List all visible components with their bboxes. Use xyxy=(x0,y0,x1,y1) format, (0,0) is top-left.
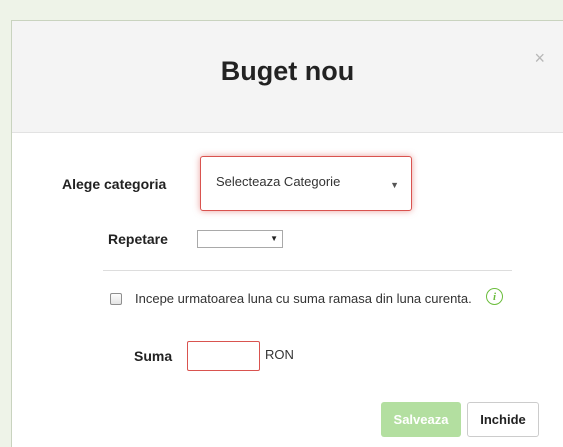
dialog-header: Buget nou × xyxy=(12,21,563,133)
repeat-label: Repetare xyxy=(108,231,168,247)
chevron-down-icon: ▼ xyxy=(270,234,278,243)
category-select-value: Selecteaza Categorie xyxy=(216,174,341,189)
category-select[interactable]: Selecteaza Categorie ▼ xyxy=(200,156,412,211)
chevron-down-icon: ▼ xyxy=(390,180,399,190)
currency-label: RON xyxy=(265,347,294,362)
rollover-checkbox[interactable] xyxy=(110,293,122,305)
rollover-label: Incepe urmatoarea luna cu suma ramasa di… xyxy=(135,291,472,306)
repeat-select[interactable]: ▼ xyxy=(197,230,283,248)
divider xyxy=(103,270,512,271)
info-icon[interactable]: i xyxy=(486,288,503,305)
save-button[interactable]: Salveaza xyxy=(381,402,461,437)
new-budget-dialog: Buget nou × Alege categoria Selecteaza C… xyxy=(11,20,563,447)
dialog-title: Buget nou xyxy=(220,56,355,86)
amount-label: Suma xyxy=(134,348,173,364)
category-label: Alege categoria xyxy=(62,176,167,192)
close-button[interactable]: Inchide xyxy=(467,402,539,437)
amount-input[interactable] xyxy=(187,341,260,371)
close-icon[interactable]: × xyxy=(534,49,545,67)
